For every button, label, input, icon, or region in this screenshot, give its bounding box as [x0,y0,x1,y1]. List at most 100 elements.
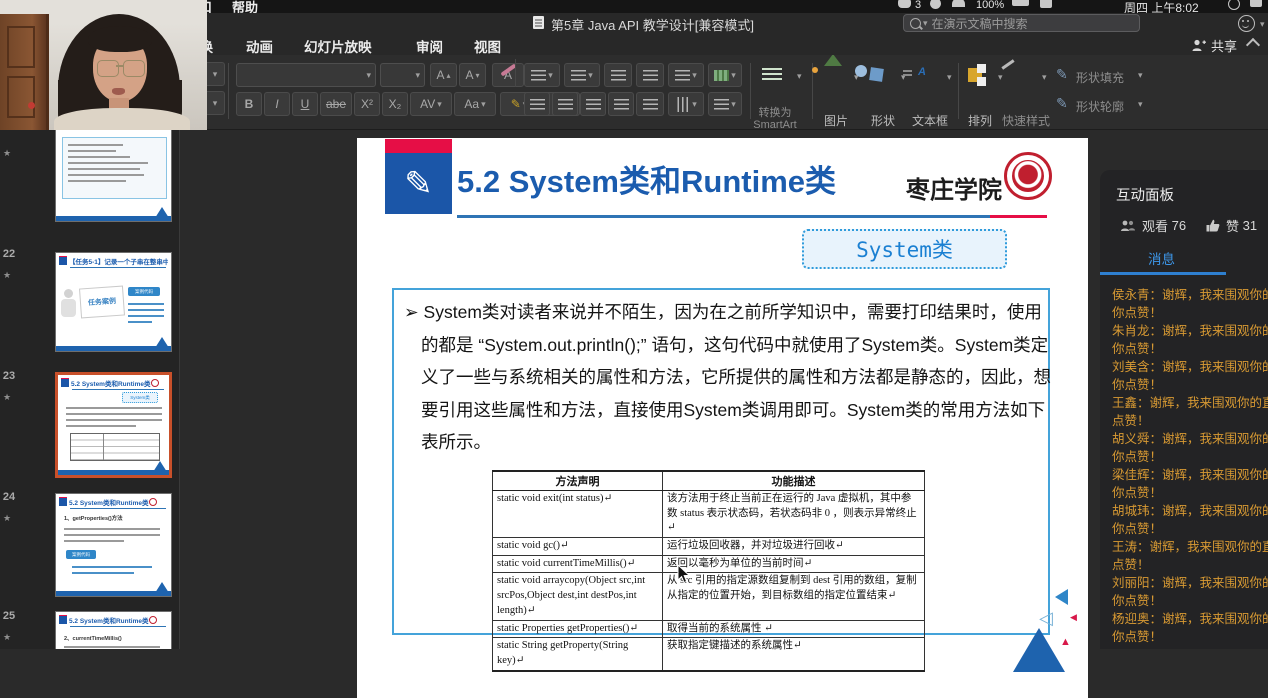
superscript-button[interactable]: X² [354,92,380,116]
nav-triangle-outline-icon[interactable]: ◁ [1039,608,1053,629]
mini-rule [72,389,164,390]
add-table-button[interactable]: ▾ [708,63,742,87]
mini-footer-bar [56,346,171,351]
caret-icon: ▾ [731,99,736,110]
line-spacing-button[interactable]: ▾ [668,63,704,87]
text-direction-button[interactable]: ▾ [708,92,742,116]
align-left-button[interactable] [524,92,550,116]
change-case-button[interactable]: Aa▾ [454,92,496,116]
description-cell: 取得当前的系统属性 ↵ [663,620,925,638]
wifi-icon[interactable] [952,0,965,7]
mini-title-icon [61,379,69,387]
document-title: 第5章 Java API 教学设计[兼容模式] [551,15,754,34]
shape-fill-button[interactable]: 形状填充 [1076,69,1136,86]
smartart-label: 转换为SmartArt [746,107,804,131]
spotlight-icon[interactable] [1228,0,1240,10]
mini-seal-icon [149,498,157,506]
display-icon[interactable] [930,0,941,9]
shape-outline-button[interactable]: 形状轮廓 [1076,98,1136,115]
chat-message: 王涛：谢辉，我来围观你的直播啦，给你点赞！ [1112,538,1268,574]
strikethrough-button[interactable]: abe [320,92,352,116]
decrease-indent-button[interactable] [604,63,632,87]
mini-title-text: 5.2 System类和Runtime类 [69,497,148,507]
tab-messages[interactable]: 消息 [1148,248,1175,268]
tab-animations[interactable]: 动画 [246,36,273,56]
slide-thumbnail-21[interactable] [55,129,172,222]
current-slide[interactable]: ✎ 5.2 System类和Runtime类 枣庄学院 System类 ➢ Sy… [357,138,1088,698]
shrink-font-label: A [465,68,473,82]
search-input[interactable]: ▾ 在演示文稿中搜索 [903,14,1140,32]
chat-message: 胡城玮：谢辉，我来围观你的直播啦，给你点赞！ [1112,502,1268,538]
mini-subheading: 2、currentTimeMillis() [64,634,122,642]
mini-triangle [153,461,167,472]
slide-thumbnail-25[interactable]: 5.2 System类和Runtime类 2、currentTimeMillis… [55,611,172,649]
mini-title-icon [59,257,67,265]
control-center-icon[interactable] [1250,0,1262,7]
highlighter-icon: ✎ [511,97,521,111]
font-size-select[interactable]: ▾ [380,63,425,87]
grow-font-button[interactable]: A▴ [430,63,457,87]
menubar-clock[interactable]: 周四 上午8:02 [1124,0,1199,13]
caret-icon: ▾ [548,70,553,81]
columns-button[interactable]: ▾ [668,92,704,116]
align-center-button[interactable] [552,92,578,116]
description-cell: 从 src 引用的指定源数组复制到 dest 引用的数组，复制从指定的位置开始，… [663,573,925,620]
school-name: 枣庄学院 [906,170,1002,205]
mini-title-text: 5.2 System类和Runtime类 [69,615,148,625]
caret-icon: ▾ [692,99,697,110]
mini-seal-icon [151,379,159,387]
underline-label: U [301,97,310,111]
justify-button[interactable] [608,92,634,116]
mini-footer-bar [56,591,171,596]
slide-thumbnail-23-selected[interactable]: 5.2 System类和Runtime类 System类 [55,372,172,478]
search-placeholder: 在演示文稿中搜索 [932,15,1028,32]
prev-slide-arrow[interactable] [1055,589,1068,605]
animation-star-icon: ★ [3,392,11,403]
screen-mirroring-icon[interactable] [1040,0,1052,8]
group-divider [228,63,229,119]
glasses-right-lens [123,60,145,77]
increase-indent-button[interactable] [636,63,664,87]
mini-whiteboard: 任务案例 [79,286,125,319]
menu-help[interactable]: 帮助 [232,0,258,13]
message-list[interactable]: 侯永青：谢辉，我来围观你的直播啦，给你点赞！ 朱肖龙：谢辉，我来围观你的直播啦，… [1112,286,1268,649]
bullets-button[interactable]: ▾ [524,63,560,87]
battery-percent: 100% [976,0,1004,11]
shrink-font-button[interactable]: A▾ [459,63,486,87]
school-seal-icon [1004,152,1052,200]
chat-message: 朱肖龙：谢辉，我来围观你的直播啦，给你点赞！ [1112,322,1268,358]
caret-icon: ▾ [947,72,952,83]
bold-button[interactable]: B [236,92,262,116]
active-tab-indicator [1100,272,1226,275]
clear-formatting-button[interactable]: A [492,63,524,87]
numbering-button[interactable]: ▾ [564,63,600,87]
subscript-button[interactable]: X₂ [382,92,408,116]
feedback-smiley-icon[interactable] [1238,15,1255,32]
shape-fill-icon: ✎ [1056,66,1068,83]
tab-view[interactable]: 视图 [474,36,501,56]
tab-slideshow[interactable]: 幻灯片放映 [304,36,372,56]
superscript-label: X² [361,97,373,111]
distribute-button[interactable] [636,92,664,116]
method-cell: static void currentTimeMillis()↵ [493,555,663,573]
headset-icon[interactable] [898,0,911,8]
character-spacing-button[interactable]: AV▾ [410,92,452,116]
slide-thumbnail-22[interactable]: 【任务5-1】记录一个子串在整串中出现的次数 任务案例 案例代码 [55,252,172,352]
share-button[interactable]: 共享 [1192,36,1237,55]
font-name-select[interactable]: ▾ [236,63,376,87]
align-right-button[interactable] [580,92,606,116]
table-body: static void exit(int status)↵ 该方法用于终止当前正… [493,491,925,671]
webcam-video[interactable] [0,0,207,130]
mini-rule [70,267,166,268]
collapse-ribbon-icon[interactable] [1246,38,1260,52]
tab-review[interactable]: 审阅 [416,36,443,56]
underline-button[interactable]: U [292,92,318,116]
chat-message: 梁佳辉：谢辉，我来围观你的直播啦，给你点赞！ [1112,466,1268,502]
slide-thumbnail-24[interactable]: 5.2 System类和Runtime类 1、getProperties()方法… [55,493,172,597]
table-row: static String getProperty(String key)↵ 获… [493,638,925,671]
smiley-caret-icon: ▾ [1260,19,1265,30]
italic-button[interactable]: I [264,92,290,116]
mini-board-text: 任务案例 [88,296,117,308]
likes-stat[interactable]: 赞 31 [1206,216,1257,235]
room-door [0,14,49,130]
